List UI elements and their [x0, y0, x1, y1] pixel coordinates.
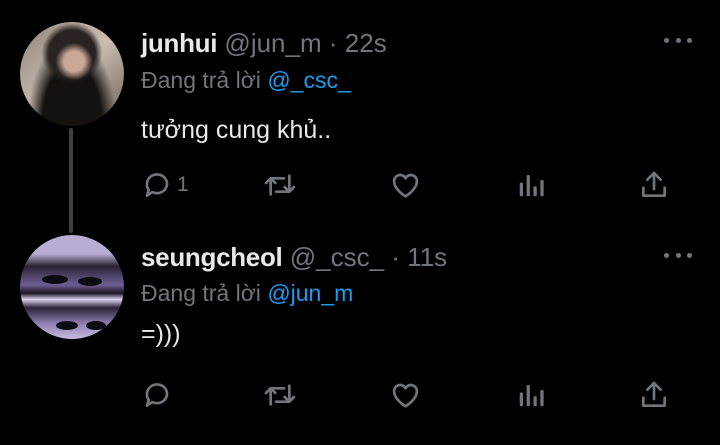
tweet-text: =))) [141, 320, 181, 348]
retweet-button[interactable] [262, 168, 298, 202]
action-bar [0, 378, 720, 412]
reply-button[interactable]: 1 [141, 168, 189, 202]
share-button[interactable] [638, 378, 670, 412]
avatar-detail [56, 321, 78, 330]
like-button[interactable] [389, 378, 422, 412]
reply-count: 1 [177, 173, 189, 196]
reply-icon [145, 173, 169, 197]
more-icon[interactable] [664, 249, 692, 261]
action-bar: 1 [0, 168, 720, 202]
timestamp[interactable]: 11s [407, 242, 447, 272]
avatar-detail [86, 321, 106, 330]
views-button[interactable] [516, 168, 546, 202]
tweet-header: junhui @jun_m · 22s [141, 27, 387, 59]
replying-to-label: Đang trả lời [141, 67, 261, 93]
like-button[interactable] [389, 168, 422, 202]
reply-button[interactable] [141, 378, 177, 412]
avatar[interactable] [20, 235, 124, 339]
like-icon [392, 173, 419, 198]
views-button[interactable] [516, 378, 546, 412]
avatar-detail [78, 277, 102, 286]
timestamp[interactable]: 22s [345, 28, 387, 58]
replying-to: Đang trả lời @_csc_ [141, 66, 351, 94]
like-icon [392, 383, 419, 408]
mention-link[interactable]: @jun_m [267, 280, 353, 306]
retweet-icon [264, 174, 296, 196]
retweet-button[interactable] [262, 378, 298, 412]
reply-icon [145, 383, 169, 407]
views-icon [519, 385, 544, 407]
user-handle[interactable]: @_csc_ [290, 242, 384, 272]
more-icon[interactable] [664, 34, 692, 46]
retweet-icon [264, 384, 296, 406]
tweet[interactable]: junhui @jun_m · 22s Đang trả lời @_csc_ … [0, 0, 720, 233]
replying-to: Đang trả lời @jun_m [141, 279, 353, 307]
display-name[interactable]: seungcheol [141, 242, 283, 272]
separator: · [328, 28, 338, 58]
avatar-detail [42, 275, 68, 284]
replying-to-label: Đang trả lời [141, 280, 261, 306]
tweet-header: seungcheol @_csc_ · 11s [141, 241, 447, 273]
tweet-text: tưởng cung khủ.. [141, 116, 332, 144]
share-icon [642, 171, 666, 197]
mention-link[interactable]: @_csc_ [267, 67, 350, 93]
share-icon [642, 381, 666, 407]
avatar[interactable] [20, 22, 124, 126]
display-name[interactable]: junhui [141, 28, 217, 58]
share-button[interactable] [638, 168, 670, 202]
tweet[interactable]: seungcheol @_csc_ · 11s Đang trả lời @ju… [0, 225, 720, 445]
user-handle[interactable]: @jun_m [224, 28, 321, 58]
views-icon [519, 175, 544, 197]
separator: · [391, 242, 400, 272]
